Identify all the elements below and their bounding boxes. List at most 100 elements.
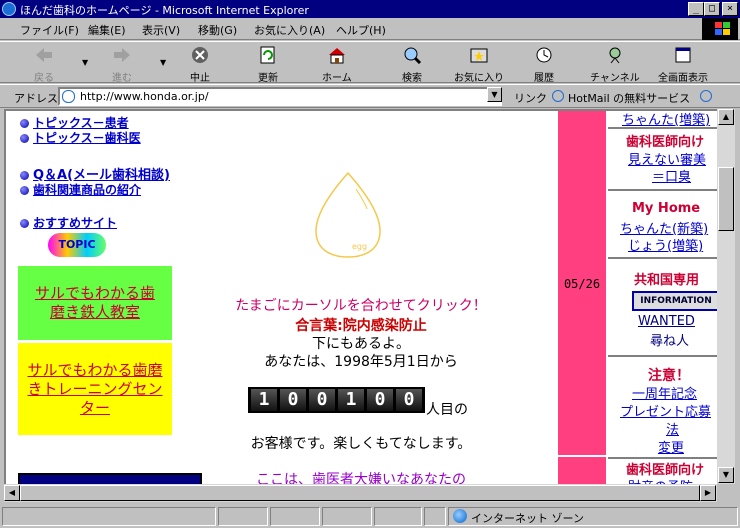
yellow-training-box[interactable]: サルでもわかる歯磨きトレーニングセンター bbox=[18, 343, 172, 435]
history-button[interactable]: 履歴 bbox=[534, 46, 554, 84]
menu-file[interactable]: ファイル(F) bbox=[20, 22, 79, 38]
pink-date-strip: 05/26 bbox=[558, 111, 606, 484]
vertical-scrollbar[interactable]: ▲ ▼ bbox=[717, 109, 735, 484]
search-button[interactable]: 検索 bbox=[402, 46, 422, 84]
forward-button[interactable]: 進む bbox=[112, 46, 132, 84]
right-item4-link[interactable]: 一周年記念 bbox=[632, 383, 697, 402]
address-label: アドレス bbox=[14, 92, 58, 105]
password-text: 合言葉:院内感染防止 bbox=[295, 318, 427, 334]
bullet-icon bbox=[20, 186, 29, 195]
close-button[interactable]: × bbox=[722, 2, 738, 16]
page-icon bbox=[62, 90, 75, 103]
stop-button[interactable]: 中止 bbox=[190, 46, 210, 84]
scroll-down-button[interactable]: ▼ bbox=[718, 467, 734, 483]
fullscreen-label: 全画面表示 bbox=[658, 73, 708, 84]
scroll-up-button[interactable]: ▲ bbox=[718, 109, 734, 125]
nav-products[interactable]: 歯科関連商品の紹介 bbox=[20, 181, 141, 198]
egg-label: egg bbox=[352, 242, 367, 251]
horizontal-scrollbar[interactable]: ◀ ▶ bbox=[4, 484, 717, 502]
counter-digit: 0 bbox=[280, 389, 306, 411]
topic-badge[interactable]: TOPIC bbox=[48, 233, 106, 257]
status-pane bbox=[218, 507, 268, 526]
bullet-icon bbox=[20, 119, 29, 128]
counter-digit: 1 bbox=[251, 389, 277, 411]
refresh-label: 更新 bbox=[258, 73, 278, 84]
right-item0-link[interactable]: ちゃんた(増築) bbox=[622, 111, 710, 128]
menu-help[interactable]: ヘルプ(H) bbox=[336, 22, 386, 38]
refresh-button[interactable]: 更新 bbox=[258, 46, 278, 84]
right-item4-link4[interactable]: 変更 bbox=[658, 437, 684, 456]
right-divider bbox=[608, 189, 717, 191]
egg-icon[interactable]: egg bbox=[312, 169, 384, 261]
since-date-text: あなたは、1998年5月1日から bbox=[264, 354, 458, 370]
right-divider bbox=[608, 127, 717, 129]
visitor-suffix: 人目の bbox=[426, 402, 468, 418]
windows-logo-icon bbox=[702, 18, 738, 40]
home-button[interactable]: ホーム bbox=[322, 46, 352, 84]
back-button[interactable]: 戻る bbox=[34, 46, 54, 84]
link-page-icon bbox=[552, 90, 564, 102]
nav-recommended[interactable]: おすすめサイト bbox=[20, 214, 117, 231]
home-icon bbox=[328, 48, 345, 64]
information-badge[interactable]: INFORMATION bbox=[632, 291, 717, 311]
menu-favorites[interactable]: お気に入り(A) bbox=[254, 22, 325, 38]
horizontal-scroll-thumb[interactable] bbox=[20, 485, 700, 501]
search-icon bbox=[404, 47, 422, 65]
right-item3-link2[interactable]: 尋ね人 bbox=[650, 330, 689, 349]
nav-topics-dental[interactable]: トピックス－歯科医 bbox=[20, 129, 141, 146]
news-date: 05/26 bbox=[563, 277, 601, 291]
counter-digit: 1 bbox=[338, 389, 364, 411]
right-item2-link2[interactable]: じょう(増築) bbox=[628, 235, 703, 254]
address-url: http://www.honda.or.jp/ bbox=[80, 90, 209, 103]
back-arrow-icon bbox=[36, 48, 52, 62]
scrollbar-corner bbox=[717, 484, 735, 502]
zone-pane: インターネット ゾーン bbox=[448, 507, 738, 526]
address-input[interactable]: http://www.honda.or.jp/ bbox=[58, 87, 502, 106]
right-item5-link[interactable]: 財産の予防 bbox=[628, 476, 693, 484]
vertical-scroll-thumb[interactable] bbox=[718, 167, 734, 231]
back-dropdown-icon[interactable]: ▼ bbox=[82, 58, 88, 67]
back-label: 戻る bbox=[34, 73, 54, 84]
scroll-left-button[interactable]: ◀ bbox=[4, 485, 20, 501]
bullet-icon bbox=[20, 134, 29, 143]
forward-arrow-icon bbox=[114, 48, 130, 62]
intro-text: ここは、歯医者大嫌いなあなたの bbox=[256, 472, 466, 484]
hotmail-link[interactable]: HotMail の無料サービス bbox=[568, 90, 690, 106]
favorites-button[interactable]: お気に入り bbox=[454, 46, 504, 84]
right-item4-link3[interactable]: 法 bbox=[666, 419, 679, 438]
link-page-icon-2[interactable] bbox=[700, 90, 712, 102]
maximize-button[interactable]: □ bbox=[704, 2, 720, 16]
green-lesson-box[interactable]: サルでもわかる歯磨き鉄人教室 bbox=[18, 266, 172, 340]
toolbar: 戻る ▼ 進む ▼ 中止 更新 ホーム 検索 お気に入り 履歴 チャンネル 全画… bbox=[0, 41, 740, 84]
menu-go[interactable]: 移動(G) bbox=[198, 22, 237, 38]
yellow-training-link[interactable]: サルでもわかる歯磨きトレーニングセンター bbox=[18, 361, 172, 418]
right-item4-link2[interactable]: プレゼント応募 bbox=[620, 401, 711, 420]
page-viewport: トピックス－患者 トピックス－歯科医 Q＆A(メール歯科相談) 歯科関連商品の紹… bbox=[4, 109, 717, 484]
forward-dropdown-icon[interactable]: ▼ bbox=[160, 58, 166, 67]
history-icon bbox=[536, 47, 552, 63]
channels-button[interactable]: チャンネル bbox=[590, 46, 640, 84]
right-item1-title: 歯科医師向け bbox=[626, 135, 705, 150]
right-item1-link2[interactable]: ＝口臭 bbox=[652, 166, 691, 185]
right-item4-title: 注意！ bbox=[648, 368, 690, 384]
counter-digit: 0 bbox=[396, 389, 422, 411]
scroll-right-button[interactable]: ▶ bbox=[700, 485, 716, 501]
forward-label: 進む bbox=[112, 73, 132, 84]
right-column: ちゃんた(増築) 歯科医師向け 見えない審美 ＝口臭 My Home ちゃんた(… bbox=[608, 111, 717, 484]
status-pane bbox=[270, 507, 320, 526]
strip-divider bbox=[558, 455, 606, 457]
minimize-button[interactable]: _ bbox=[688, 2, 704, 16]
menu-view[interactable]: 表示(V) bbox=[142, 22, 180, 38]
channels-icon bbox=[609, 47, 621, 64]
right-item3-link[interactable]: WANTED bbox=[638, 314, 695, 329]
menu-bar: ファイル(F) 編集(E) 表示(V) 移動(G) お気に入り(A) ヘルプ(H… bbox=[0, 18, 740, 40]
green-lesson-link[interactable]: サルでもわかる歯磨き鉄人教室 bbox=[18, 284, 172, 322]
fullscreen-button[interactable]: 全画面表示 bbox=[658, 46, 708, 84]
address-dropdown-icon[interactable]: ▼ bbox=[487, 87, 502, 102]
bullet-icon bbox=[20, 171, 29, 180]
zone-label: インターネット ゾーン bbox=[471, 512, 584, 525]
fullscreen-icon bbox=[675, 47, 691, 63]
counter-digit: 0 bbox=[309, 389, 335, 411]
menu-edit[interactable]: 編集(E) bbox=[88, 22, 126, 38]
status-pane bbox=[424, 507, 446, 526]
